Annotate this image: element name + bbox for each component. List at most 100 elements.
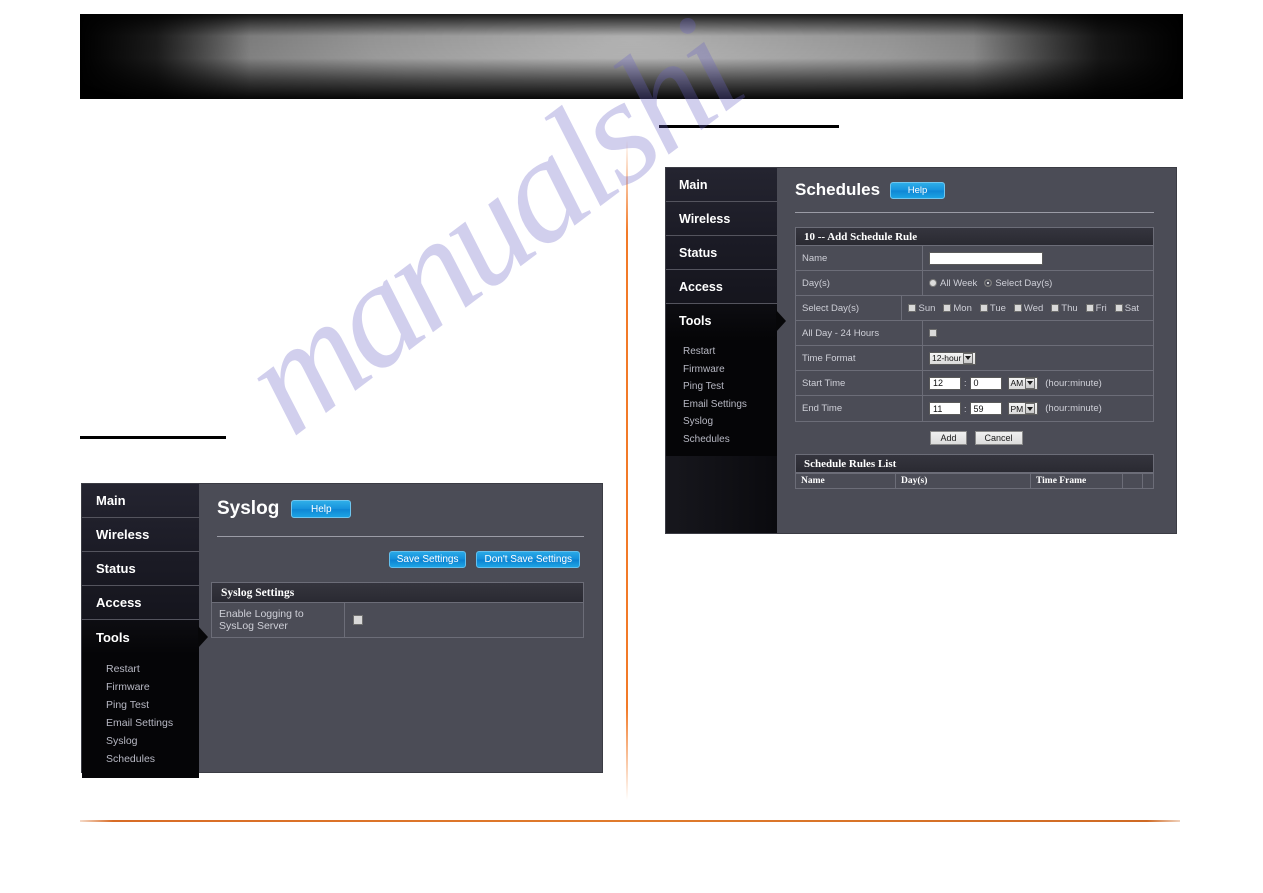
sidebar-subitem-label: Syslog xyxy=(683,416,714,428)
column-header-name: Name xyxy=(796,474,896,488)
sidebar-subitem-email-settings[interactable]: Email Settings xyxy=(106,714,199,732)
cancel-button[interactable]: Cancel xyxy=(974,431,1023,445)
sun-checkbox[interactable] xyxy=(908,304,917,312)
end-time-hint: (hour:minute) xyxy=(1045,403,1102,414)
sat-checkbox[interactable] xyxy=(1114,304,1123,312)
sidebar-item-label: Status xyxy=(679,245,718,260)
all-week-radio-option[interactable]: All Week xyxy=(929,278,977,289)
time-colon: : xyxy=(964,378,967,388)
day-option-sun[interactable]: Sun xyxy=(908,303,939,314)
row-value: 12 : 0 AM (hour:minute) xyxy=(923,371,1153,395)
left-section-heading-rule xyxy=(80,436,226,439)
sidebar-item-main[interactable]: Main xyxy=(82,484,199,518)
sidebar-subitem-label: Email Settings xyxy=(683,398,747,410)
banner-right-fade xyxy=(973,14,1183,99)
day-option-wed[interactable]: Wed xyxy=(1013,303,1047,314)
sidebar-item-tools[interactable]: Tools xyxy=(82,620,208,654)
schedules-screenshot: Main Wireless Status Access Tools Restar… xyxy=(666,168,1176,533)
add-button[interactable]: Add xyxy=(930,431,967,445)
start-meridiem-select[interactable]: AM xyxy=(1007,376,1039,390)
schedules-sidebar-main-list: Main Wireless Status Access Tools xyxy=(666,168,786,338)
schedules-action-bar: Add Cancel xyxy=(777,431,1176,445)
help-button[interactable]: Help xyxy=(890,181,946,199)
schedule-name-input[interactable] xyxy=(929,251,1043,265)
row-label: Select Day(s) xyxy=(796,296,903,320)
schedules-sidebar: Main Wireless Status Access Tools Restar… xyxy=(666,168,786,533)
start-hour-input[interactable]: 12 xyxy=(929,376,961,390)
table-row-days: Day(s) All Week Select Day(s) xyxy=(796,271,1153,296)
day-option-sat[interactable]: Sat xyxy=(1114,303,1143,314)
select-days-radio-label: Select Day(s) xyxy=(995,277,1053,289)
sidebar-item-wireless[interactable]: Wireless xyxy=(666,202,777,236)
select-days-radio[interactable] xyxy=(984,279,993,287)
sidebar-item-label: Tools xyxy=(96,629,130,645)
chevron-down-icon[interactable] xyxy=(1025,403,1036,414)
sidebar-item-tools[interactable]: Tools xyxy=(666,304,786,338)
panel-heading: 10 -- Add Schedule Rule xyxy=(796,228,1153,246)
schedules-title-row: Schedules Help xyxy=(795,180,1176,200)
sidebar-item-main[interactable]: Main xyxy=(666,168,777,202)
sidebar-item-access[interactable]: Access xyxy=(666,270,777,304)
start-time-hint: (hour:minute) xyxy=(1045,377,1102,389)
sidebar-subitem-schedules[interactable]: Schedules xyxy=(106,750,199,768)
sidebar-subitem-syslog[interactable]: Syslog xyxy=(106,732,199,750)
day-option-thu[interactable]: Thu xyxy=(1051,303,1081,314)
table-row: Enable Logging to SysLog Server xyxy=(212,603,583,637)
mon-checkbox[interactable] xyxy=(943,304,952,312)
day-option-tue[interactable]: Tue xyxy=(979,303,1010,314)
tue-checkbox[interactable] xyxy=(979,304,988,312)
sidebar-subitem-ping-test[interactable]: Ping Test xyxy=(676,378,777,396)
table-row-start-time: Start Time 12 : 0 AM (hour:minute) xyxy=(796,371,1153,396)
help-button[interactable]: Help xyxy=(291,500,352,518)
title-underline xyxy=(795,212,1154,213)
fri-checkbox[interactable] xyxy=(1085,304,1094,312)
sidebar-subitem-label: Ping Test xyxy=(106,699,149,711)
end-time-fields: 11 : 59 PM (hour:minute) xyxy=(929,402,1102,415)
sidebar-item-access[interactable]: Access xyxy=(82,586,199,620)
syslog-sidebar-main-list: Main Wireless Status Access Tools xyxy=(82,484,208,654)
save-settings-button[interactable]: Save Settings xyxy=(388,551,467,568)
sidebar-item-wireless[interactable]: Wireless xyxy=(82,518,199,552)
sidebar-subitem-firmware[interactable]: Firmware xyxy=(106,678,199,696)
dont-save-settings-button[interactable]: Don't Save Settings xyxy=(476,551,580,568)
row-value: Sun Mon Tue Wed Thu Fri Sat xyxy=(902,296,1153,320)
all-week-radio[interactable] xyxy=(929,279,937,287)
end-meridiem-select[interactable]: PM xyxy=(1007,402,1039,415)
day-label: Thu xyxy=(1061,302,1078,314)
thu-checkbox[interactable] xyxy=(1051,304,1060,312)
start-minute-input[interactable]: 0 xyxy=(969,376,1002,390)
enable-syslog-checkbox[interactable] xyxy=(353,615,363,625)
sidebar-subitem-firmware[interactable]: Firmware xyxy=(676,361,777,379)
wed-checkbox[interactable] xyxy=(1013,304,1022,312)
row-label: All Day - 24 Hours xyxy=(796,321,923,345)
row-value xyxy=(923,246,1153,270)
chevron-down-icon[interactable] xyxy=(1025,377,1036,389)
column-divider xyxy=(626,140,628,800)
sidebar-subitem-syslog[interactable]: Syslog xyxy=(676,413,777,431)
end-hour-input[interactable]: 11 xyxy=(929,402,961,415)
end-minute-input[interactable]: 59 xyxy=(969,402,1002,415)
day-option-fri[interactable]: Fri xyxy=(1085,303,1111,314)
sidebar-subitem-schedules[interactable]: Schedules xyxy=(676,431,777,449)
start-time-fields: 12 : 0 AM (hour:minute) xyxy=(929,376,1102,390)
row-label: Start Time xyxy=(796,371,923,395)
sidebar-item-status[interactable]: Status xyxy=(666,236,777,270)
day-label: Sun xyxy=(918,302,936,314)
sidebar-subitem-email-settings[interactable]: Email Settings xyxy=(676,396,777,414)
table-row-all-day: All Day - 24 Hours xyxy=(796,321,1153,346)
sidebar-item-label: Wireless xyxy=(96,527,150,542)
start-meridiem-value: AM xyxy=(1010,378,1024,388)
chevron-down-icon[interactable] xyxy=(963,352,974,364)
sidebar-subitem-restart[interactable]: Restart xyxy=(676,343,777,361)
sidebar-subitem-ping-test[interactable]: Ping Test xyxy=(106,696,199,714)
sidebar-subitem-restart[interactable]: Restart xyxy=(106,660,199,678)
day-option-mon[interactable]: Mon xyxy=(943,303,975,314)
sidebar-item-status[interactable]: Status xyxy=(82,552,199,586)
all-day-checkbox[interactable] xyxy=(929,329,937,337)
select-days-radio-option[interactable]: Select Day(s) xyxy=(984,278,1052,289)
syslog-title-row: Syslog Help xyxy=(217,498,602,520)
all-week-label: All Week xyxy=(940,277,978,289)
time-format-select[interactable]: 12-hour xyxy=(929,351,977,365)
day-label: Mon xyxy=(953,302,972,314)
banner-left-fade xyxy=(80,14,250,99)
